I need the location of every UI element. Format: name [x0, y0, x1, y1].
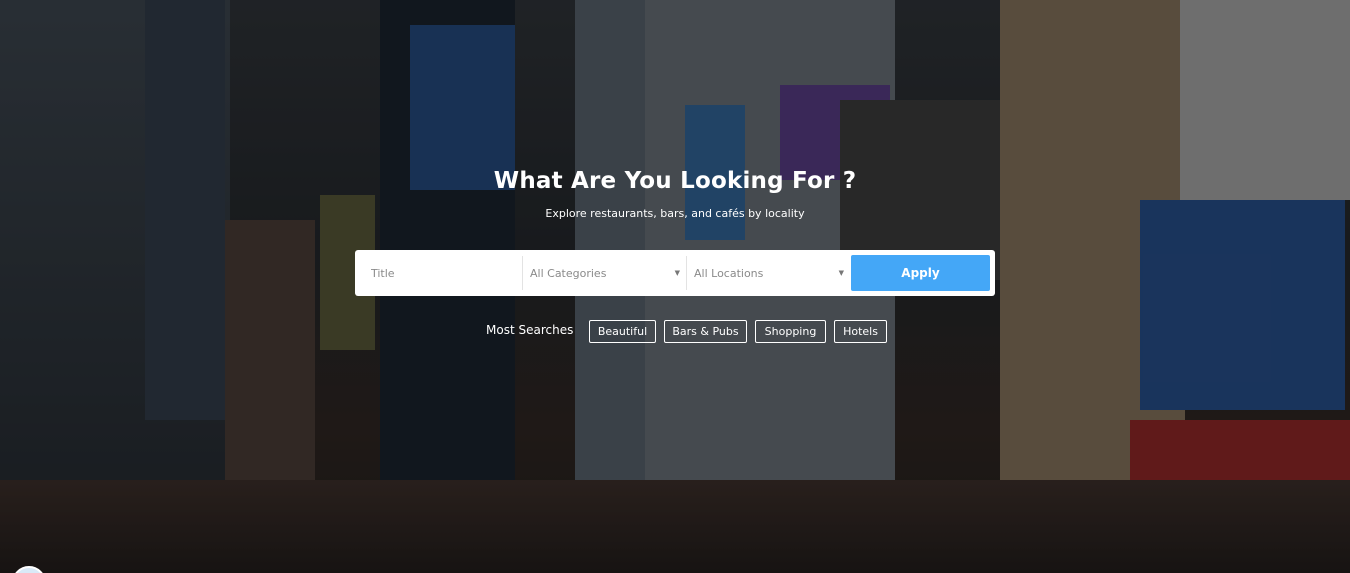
apply-button[interactable]: Apply [851, 255, 990, 291]
chevron-down-icon: ▼ [838, 269, 844, 277]
title-input[interactable] [363, 265, 521, 281]
category-select[interactable]: All Categories ▼ [522, 256, 686, 290]
hero-section: What Are You Looking For ? Explore resta… [0, 0, 1350, 573]
page-title: What Are You Looking For ? [493, 168, 857, 194]
search-tag-hotels[interactable]: Hotels [834, 320, 887, 343]
search-tag-beautiful[interactable]: Beautiful [589, 320, 656, 343]
chevron-down-icon: ▼ [674, 269, 680, 277]
most-searches-label: Most Searches [486, 323, 574, 337]
location-select[interactable]: All Locations ▼ [686, 256, 850, 290]
search-bar: All Categories ▼ All Locations ▼ Apply [355, 250, 995, 296]
search-tag-shopping[interactable]: Shopping [755, 320, 826, 343]
location-select-value: All Locations [694, 266, 764, 280]
page-subtitle: Explore restaurants, bars, and cafés by … [545, 207, 805, 220]
hero-content: What Are You Looking For ? Explore resta… [0, 0, 1350, 573]
category-select-value: All Categories [530, 266, 607, 280]
search-tag-bars-pubs[interactable]: Bars & Pubs [664, 320, 747, 343]
title-field-wrapper [363, 256, 521, 290]
